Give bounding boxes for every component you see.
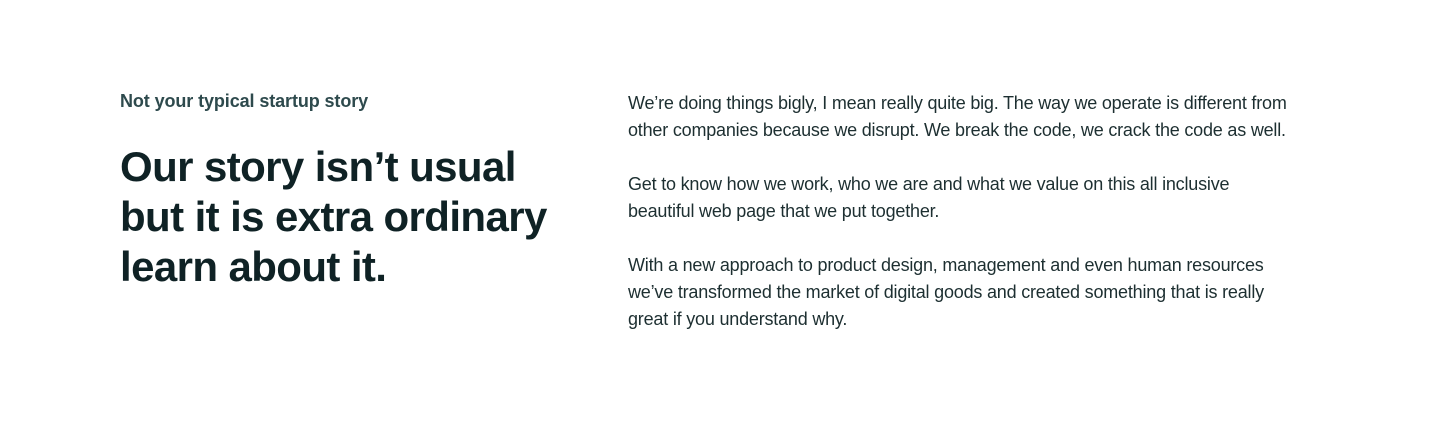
- story-intro: Not your typical startup story Our story…: [120, 88, 560, 292]
- headline-line: learn about it.: [120, 243, 387, 290]
- headline-line: Our story isn’t usual: [120, 143, 516, 190]
- section-eyebrow: Not your typical startup story: [120, 91, 369, 111]
- story-body: We’re doing things bigly, I mean really …: [628, 90, 1288, 333]
- body-paragraph: With a new approach to product design, m…: [628, 255, 1264, 329]
- section-headline: Our story isn’t usual but it is extra or…: [120, 142, 560, 292]
- startup-story-section: Not your typical startup story Our story…: [0, 0, 1439, 444]
- body-paragraph: Get to know how we work, who we are and …: [628, 174, 1230, 221]
- body-paragraph: We’re doing things bigly, I mean really …: [628, 93, 1287, 140]
- headline-line: but it is extra ordinary: [120, 193, 547, 240]
